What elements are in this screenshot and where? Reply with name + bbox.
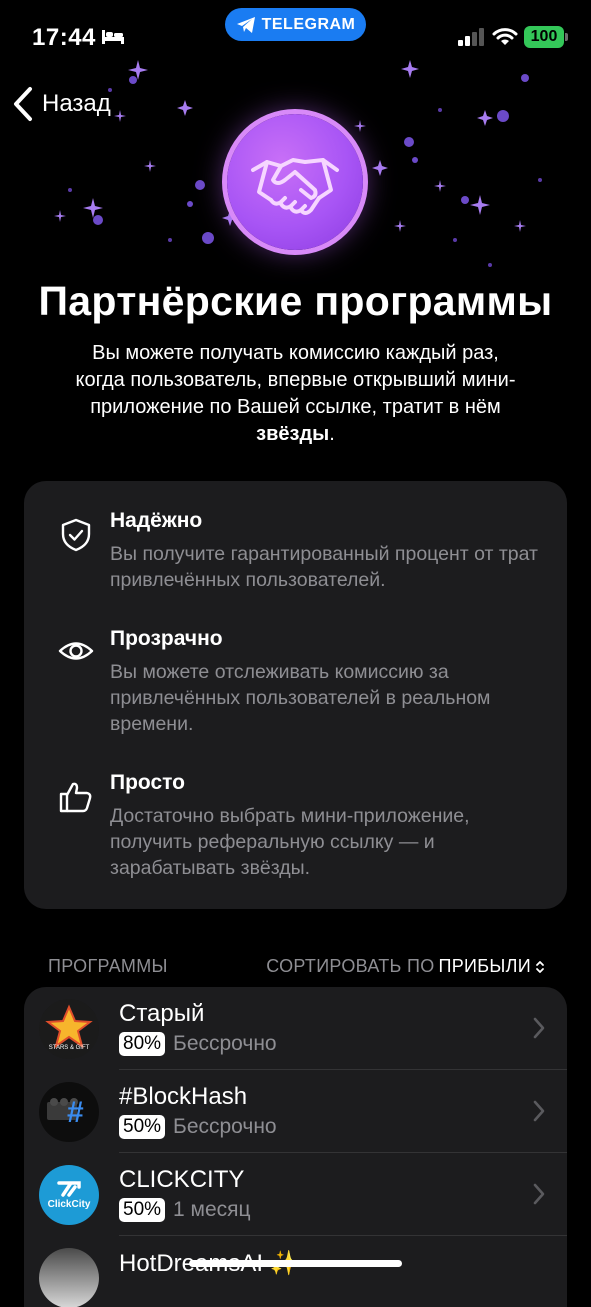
- handshake-icon: [251, 158, 339, 215]
- wifi-icon: [492, 28, 518, 45]
- features-card: Надёжно Вы получите гарантированный проц…: [24, 481, 567, 909]
- program-row[interactable]: # #BlockHash 50% Бессрочно: [24, 1070, 567, 1153]
- eye-icon: [58, 642, 94, 660]
- status-time: 17:44: [32, 24, 96, 51]
- programs-section-label: ПРОГРАММЫ: [48, 956, 168, 976]
- program-row[interactable]: ClickCity CLICKCITY 50% 1 месяц: [24, 1153, 567, 1236]
- program-avatar: #: [39, 1082, 99, 1142]
- signal-icon: [458, 28, 484, 46]
- commission-badge: 50%: [119, 1115, 166, 1139]
- program-name: Старый: [119, 1000, 205, 1027]
- chevron-right-icon: [533, 1017, 545, 1039]
- subtitle-text: Вы можете получать комиссию каждый раз, …: [75, 342, 516, 418]
- page-title: Партнёрские программы: [38, 278, 553, 324]
- sort-value: ПРИБЫЛИ: [438, 956, 531, 976]
- chevron-right-icon: [533, 1183, 545, 1205]
- program-avatar: ClickCity: [39, 1165, 99, 1225]
- feature-title: Надёжно: [110, 509, 203, 532]
- program-meta: 50% Бессрочно: [119, 1115, 277, 1139]
- program-duration: Бессрочно: [173, 1032, 277, 1055]
- program-name: #BlockHash: [119, 1083, 248, 1110]
- program-row[interactable]: STARS & GIFT Старый 80% Бессрочно: [24, 987, 567, 1070]
- chevron-right-icon: [533, 1100, 545, 1122]
- clickcity-logo-icon: [57, 1181, 81, 1197]
- program-meta: 80% Бессрочно: [119, 1032, 277, 1056]
- feature-desc: Вы получите гарантированный процент от т…: [110, 543, 538, 591]
- subtitle-bold: звёзды: [256, 423, 330, 445]
- sort-button[interactable]: СОРТИРОВАТЬ ПО ПРИБЫЛИ: [266, 956, 545, 977]
- thumbs-up-icon: [59, 782, 92, 813]
- bed-icon: [102, 30, 124, 44]
- sort-chevrons-icon: [536, 960, 544, 973]
- avatar-caption: STARS & GIFT: [48, 1045, 90, 1051]
- feature-title: Прозрачно: [110, 627, 223, 650]
- programs-list: STARS & GIFT Старый 80% Бессрочно # #Blo…: [24, 987, 567, 1307]
- home-indicator: [189, 1260, 402, 1267]
- program-duration: 1 месяц: [173, 1198, 251, 1221]
- program-name: CLICKCITY: [119, 1166, 245, 1193]
- feature-desc: Вы можете отслеживать комиссию за привле…: [110, 661, 491, 735]
- program-avatar: STARS & GIFT: [39, 999, 99, 1059]
- avatar-caption: #: [67, 1096, 84, 1129]
- program-row[interactable]: HotDreamsAI ✨: [24, 1236, 567, 1307]
- feature-title: Просто: [110, 771, 185, 794]
- subtitle-end: .: [329, 423, 335, 445]
- commission-badge: 50%: [119, 1198, 166, 1222]
- hero-badge: [227, 114, 363, 250]
- avatar-caption: ClickCity: [47, 1199, 91, 1210]
- program-meta: 50% 1 месяц: [119, 1198, 251, 1222]
- page-subtitle: Вы можете получать комиссию каждый раз, …: [70, 340, 521, 448]
- program-duration: Бессрочно: [173, 1115, 277, 1138]
- telegram-pill-label: TELEGRAM: [261, 15, 356, 33]
- battery-cap: [565, 33, 568, 41]
- telegram-pill[interactable]: TELEGRAM: [225, 8, 366, 41]
- shield-icon: [61, 518, 91, 552]
- telegram-icon: [236, 16, 255, 33]
- sort-prefix: СОРТИРОВАТЬ ПО: [266, 956, 435, 976]
- feature-desc: Достаточно выбрать мини-приложение, полу…: [110, 805, 470, 879]
- program-avatar: [39, 1248, 99, 1307]
- battery-indicator: 100: [524, 26, 564, 48]
- commission-badge: 80%: [119, 1032, 166, 1056]
